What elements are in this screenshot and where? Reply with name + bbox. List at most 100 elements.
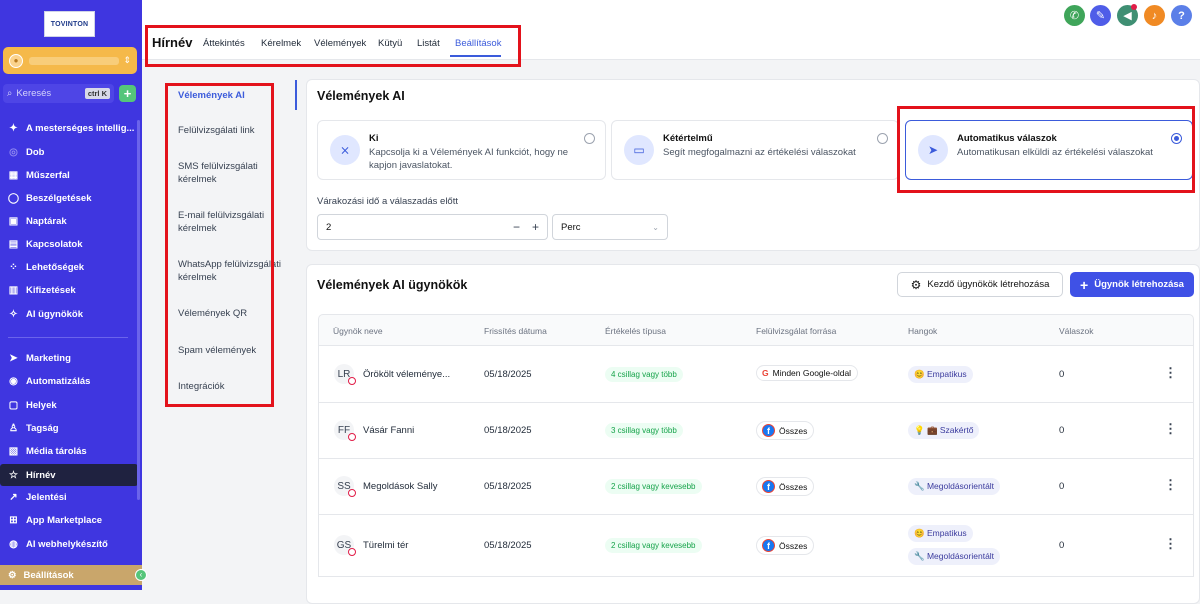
table-row[interactable]: FF Vásár Fanni 05/18/2025 3 csillag vagy… <box>318 403 1194 459</box>
account-avatar-icon: ● <box>9 53 23 68</box>
sidebar-item-opportunities[interactable]: ⁘ Lehetőségek <box>0 257 138 277</box>
source-label: Összes <box>779 540 808 551</box>
facebook-icon: f <box>762 480 775 493</box>
create-default-agents-button[interactable]: ⚙ Kezdő ügynökök létrehozása <box>897 272 1063 297</box>
search-placeholder: Keresés <box>16 88 52 99</box>
sidebar-item-label: Naptárak <box>26 215 67 227</box>
tab-overview[interactable]: Áttekintés <box>203 38 245 49</box>
sidebar-item-marketplace[interactable]: ⊞ App Marketplace <box>0 510 138 530</box>
automation-icon: ◉ <box>9 375 18 387</box>
sidebar-item-automation[interactable]: ◉ Automatizálás <box>0 371 138 391</box>
account-switcher[interactable]: ● ⇕ <box>3 47 137 74</box>
disabled-icon <box>348 489 356 497</box>
decrement-button[interactable]: − <box>513 220 520 234</box>
wait-time-input[interactable]: 2 − + <box>317 214 548 240</box>
sidebar-item-marketing[interactable]: ➤ Marketing <box>0 348 138 368</box>
option-off-title: Ki <box>369 133 379 144</box>
tab-requests[interactable]: Kérelmek <box>261 38 301 49</box>
option-auto-reply-title: Automatikus válaszok <box>957 133 1057 144</box>
option-suggestive[interactable]: ▭ Kétértelmű Segít megfogalmazni az érté… <box>611 120 899 180</box>
agent-name[interactable]: Vásár Fanni <box>363 425 414 436</box>
table-row[interactable]: LR Örökölt véleménye... 05/18/2025 4 csi… <box>318 346 1194 403</box>
sidebar-item-media[interactable]: ▧ Média tárolás <box>0 441 138 461</box>
sidebar-item-label: AI ügynökök <box>26 308 84 320</box>
collapse-sidebar-button[interactable]: ‹ <box>135 569 147 581</box>
phone-icon[interactable]: ✆ <box>1064 5 1085 26</box>
subnav-reviews-qr[interactable]: Vélemények QR <box>178 307 288 320</box>
sidebar-item-label: Marketing <box>26 352 71 364</box>
create-agent-button[interactable]: + Ügynök létrehozása <box>1070 272 1194 297</box>
sidebar-item-calendars[interactable]: ▣ Naptárak <box>0 211 138 231</box>
send-icon: ➤ <box>918 135 948 165</box>
increment-button[interactable]: + <box>532 220 539 234</box>
quick-add-button[interactable]: + <box>119 85 136 102</box>
sidebar-settings[interactable]: ⚙ Beállítások <box>0 565 142 585</box>
sidebar-item-dashboard[interactable]: ▦ Műszerfal <box>0 165 138 185</box>
sidebar-item-membership[interactable]: ♙ Tagság <box>0 418 138 438</box>
tab-settings[interactable]: Beállítások <box>455 38 501 49</box>
option-auto-reply-radio[interactable] <box>1171 133 1182 144</box>
subnav-email-requests[interactable]: E-mail felülvizsgálati kérelmek <box>178 209 288 235</box>
rating-badge: 4 csillag vagy több <box>605 367 683 382</box>
tab-widgets[interactable]: Kütyü <box>378 38 402 49</box>
sidebar-item-launchpad[interactable]: ◎ Dob <box>0 142 138 162</box>
sidebar-item-ai[interactable]: ✦ A mesterséges intellig... <box>0 118 138 138</box>
sidebar-item-conversations[interactable]: ◯ Beszélgetések <box>0 188 138 208</box>
table-row[interactable]: SS Megoldások Sally 05/18/2025 2 csillag… <box>318 459 1194 515</box>
sidebar-item-label: Helyek <box>26 399 57 411</box>
table-row[interactable]: GS Türelmi tér 05/18/2025 2 csillag vagy… <box>318 515 1194 577</box>
agent-name[interactable]: Örökölt véleménye... <box>363 369 450 380</box>
help-icon[interactable]: ? <box>1171 5 1192 26</box>
source-label: Összes <box>779 425 808 436</box>
sidebar-item-label: A mesterséges intellig... <box>26 122 135 134</box>
more-options-icon[interactable]: ⋮ <box>1164 421 1177 437</box>
page-title: Hírnév <box>152 35 193 50</box>
option-off[interactable]: ⨯ Ki Kapcsolja ki a Vélemények AI funkci… <box>317 120 606 180</box>
more-options-icon[interactable]: ⋮ <box>1164 477 1177 493</box>
option-off-radio[interactable] <box>584 133 595 144</box>
sidebar-item-ai-agents[interactable]: ✧ AI ügynökök <box>0 304 138 324</box>
search-icon: ⌕ <box>7 88 13 99</box>
company-logo[interactable]: TOVINTON <box>44 11 95 37</box>
sidebar-item-label: App Marketplace <box>26 514 103 526</box>
option-auto-reply[interactable]: ➤ Automatikus válaszok Automatikusan elk… <box>905 120 1193 180</box>
agent-name[interactable]: Türelmi tér <box>363 540 408 551</box>
sidebar-item-sites[interactable]: ▢ Helyek <box>0 395 138 415</box>
more-options-icon[interactable]: ⋮ <box>1164 365 1177 381</box>
tab-listings[interactable]: Listát <box>417 38 440 49</box>
subnav-review-link[interactable]: Felülvizsgálati link <box>178 124 288 137</box>
tone-badge: 🔧 Megoldásorientált <box>908 478 1001 495</box>
col-review-source: Felülvizsgálat forrása <box>756 326 837 336</box>
chat-icon: ◯ <box>7 192 20 204</box>
sidebar-search[interactable]: ⌕ Keresés ctrl K <box>3 84 114 103</box>
membership-icon: ♙ <box>9 422 18 434</box>
sidebar-item-payments[interactable]: ▥ Kifizetések <box>0 280 138 300</box>
subnav-whatsapp-requests[interactable]: WhatsApp felülvizsgálati kérelmek <box>178 258 284 284</box>
plus-icon: + <box>1080 276 1089 293</box>
tone-badge: 😊 Empatikus <box>908 525 973 542</box>
option-auto-reply-desc: Automatikusan elküldi az értékelési vála… <box>957 147 1153 158</box>
subnav-integrations[interactable]: Integrációk <box>178 380 288 393</box>
marketplace-icon: ⊞ <box>9 514 18 526</box>
sidebar-item-contacts[interactable]: ▤ Kapcsolatok <box>0 234 138 254</box>
agent-name[interactable]: Megoldások Sally <box>363 481 437 492</box>
sidebar-item-ai-builder[interactable]: ◍ AI webhelykészítő <box>0 534 138 554</box>
more-options-icon[interactable]: ⋮ <box>1164 536 1177 552</box>
subnav-reviews-ai[interactable]: Vélemények AI <box>178 89 288 102</box>
sidebar-item-reputation[interactable]: ☆ Hírnév <box>0 464 138 486</box>
sidebar-scrollbar[interactable] <box>137 120 140 500</box>
option-suggestive-radio[interactable] <box>877 133 888 144</box>
bell-icon[interactable]: ♪ <box>1144 5 1165 26</box>
wait-unit-value: Perc <box>561 221 581 233</box>
subnav-sms-requests[interactable]: SMS felülvizsgálati kérelmek <box>178 160 288 186</box>
ai-off-icon: ⨯ <box>330 135 360 165</box>
create-agent-label: Ügynök létrehozása <box>1094 279 1184 290</box>
source-badge: G Minden Google-oldal <box>756 365 859 381</box>
sidebar-item-reporting[interactable]: ↗ Jelentési <box>0 487 138 507</box>
source-label: Minden Google-oldal <box>772 368 852 378</box>
magic-icon[interactable]: ✎ <box>1090 5 1111 26</box>
wait-unit-select[interactable]: Perc ⌄ <box>552 214 668 240</box>
subnav-spam-reviews[interactable]: Spam vélemények <box>178 344 288 357</box>
sparkle-icon: ✦ <box>9 122 18 134</box>
tab-reviews[interactable]: Vélemények <box>314 38 366 49</box>
